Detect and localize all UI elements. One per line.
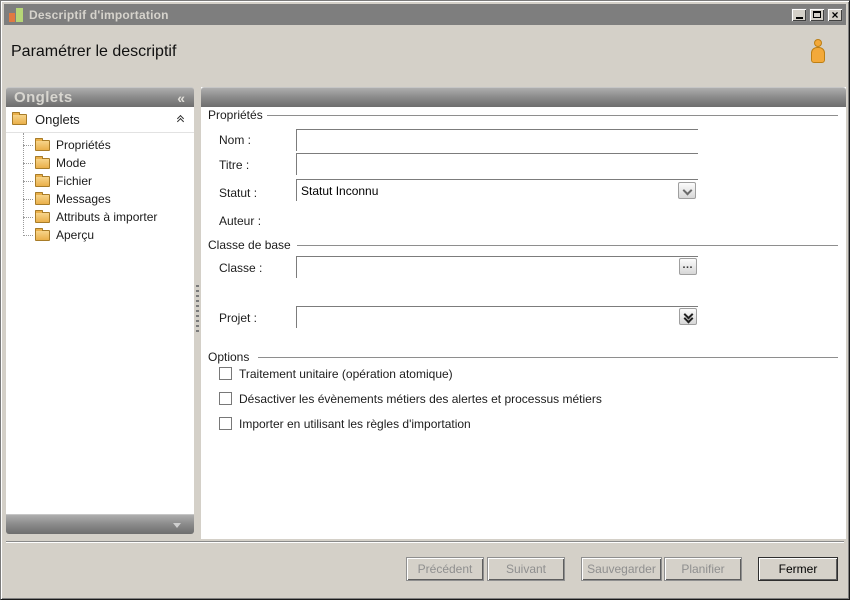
app-icon-orange-block: [9, 13, 15, 22]
tree-root-label: Onglets: [35, 112, 80, 127]
checkbox-importer-regles[interactable]: [219, 417, 232, 430]
ellipsis-icon: …: [682, 262, 694, 268]
statut-combobox[interactable]: Statut Inconnu: [296, 179, 698, 201]
nom-field-box: [296, 129, 698, 151]
section-proprietes-legend: Propriétés: [208, 108, 263, 122]
folder-icon: [35, 212, 50, 223]
tabs-tree: Onglets Propriétés Mode Fichier: [6, 107, 194, 514]
window-title: Descriptif d'importation: [29, 8, 169, 22]
minimize-button[interactable]: [791, 8, 807, 22]
section-divider: [267, 115, 838, 116]
suivant-button[interactable]: Suivant: [487, 557, 565, 581]
classe-browse-button[interactable]: …: [679, 258, 697, 275]
folder-icon: [35, 140, 50, 151]
collapse-panel-icon[interactable]: «: [177, 93, 194, 103]
folder-icon: [35, 230, 50, 241]
main-panel-header: [201, 87, 846, 107]
footer-divider: [6, 541, 844, 543]
section-options-legend: Options: [208, 350, 249, 364]
titre-label: Titre :: [219, 158, 249, 172]
folder-icon: [35, 176, 50, 187]
checkbox-desactiver-evenements[interactable]: [219, 392, 232, 405]
classe-input[interactable]: [297, 257, 698, 278]
page-title: Paramétrer le descriptif: [11, 43, 176, 61]
title-bar: Descriptif d'importation ×: [4, 4, 846, 25]
app-icon-green-block: [16, 8, 23, 22]
maximize-button[interactable]: [809, 8, 825, 22]
tree-item-label: Propriétés: [56, 138, 111, 152]
statut-selected-value: Statut Inconnu: [297, 184, 378, 198]
sidebar-title: Onglets: [6, 89, 73, 106]
maximize-icon: [813, 11, 821, 18]
person-icon: [810, 39, 827, 65]
checkbox-traitement-unitaire[interactable]: [219, 367, 232, 380]
titre-input[interactable]: [297, 154, 698, 175]
tree-root-onglets[interactable]: Onglets: [6, 107, 194, 133]
window-frame: Descriptif d'importation × Paramétrer le…: [0, 0, 850, 600]
window-controls: ×: [791, 8, 846, 22]
projet-field-box: [296, 306, 698, 328]
tree-item-label: Fichier: [56, 174, 92, 188]
close-icon: ×: [831, 10, 838, 20]
splitter-grip[interactable]: [196, 285, 199, 333]
nom-input[interactable]: [297, 130, 698, 151]
chevron-down-icon: [682, 186, 692, 196]
tree-item-attributs[interactable]: Attributs à importer: [6, 208, 194, 226]
sidebar-header: Onglets «: [6, 87, 194, 107]
tree-item-messages[interactable]: Messages: [6, 190, 194, 208]
section-classe-legend: Classe de base: [208, 238, 291, 252]
double-chevron-down-icon: [685, 313, 692, 321]
main-panel: Propriétés Nom : Titre : Statut : Statut…: [201, 87, 846, 539]
precedent-button[interactable]: Précédent: [406, 557, 484, 581]
person-icon-head: [814, 39, 822, 47]
projet-dropdown-button[interactable]: [679, 308, 697, 325]
section-divider: [258, 357, 838, 358]
tree-item-label: Mode: [56, 156, 86, 170]
person-icon-body: [811, 47, 825, 63]
tree-item-label: Aperçu: [56, 228, 94, 242]
app-icon: [8, 6, 24, 23]
statut-dropdown-button[interactable]: [678, 182, 696, 199]
tree-item-apercu[interactable]: Aperçu: [6, 226, 194, 244]
planifier-button[interactable]: Planifier: [664, 557, 742, 581]
fermer-button[interactable]: Fermer: [758, 557, 838, 581]
classe-label: Classe :: [219, 261, 262, 275]
tree-item-fichier[interactable]: Fichier: [6, 172, 194, 190]
chevron-down-icon[interactable]: [173, 523, 181, 528]
tree-items: Propriétés Mode Fichier Messages Attribu…: [6, 133, 194, 244]
collapse-all-icon[interactable]: [178, 116, 183, 124]
checkbox-label: Désactiver les évènements métiers des al…: [239, 392, 602, 406]
folder-icon: [35, 158, 50, 169]
auteur-label: Auteur :: [219, 214, 261, 228]
sidebar: Onglets « Onglets Propriétés Mode: [6, 87, 194, 534]
classe-field-box: [296, 256, 698, 278]
tree-item-label: Attributs à importer: [56, 210, 157, 224]
statut-label: Statut :: [219, 186, 257, 200]
checkbox-label: Traitement unitaire (opération atomique): [239, 367, 453, 381]
projet-input[interactable]: [297, 307, 698, 328]
close-button[interactable]: ×: [827, 8, 843, 22]
titre-field-box: [296, 153, 698, 175]
folder-icon: [12, 114, 27, 125]
section-divider: [297, 245, 838, 246]
sidebar-footer: [6, 514, 194, 534]
checkbox-label: Importer en utilisant les règles d'impor…: [239, 417, 471, 431]
tree-item-proprietes[interactable]: Propriétés: [6, 136, 194, 154]
sauvegarder-button[interactable]: Sauvegarder: [581, 557, 662, 581]
projet-label: Projet :: [219, 311, 257, 325]
minimize-icon: [796, 17, 803, 19]
panel-splitter[interactable]: [194, 87, 201, 539]
folder-icon: [35, 194, 50, 205]
tree-item-mode[interactable]: Mode: [6, 154, 194, 172]
tree-item-label: Messages: [56, 192, 111, 206]
nom-label: Nom :: [219, 133, 251, 147]
